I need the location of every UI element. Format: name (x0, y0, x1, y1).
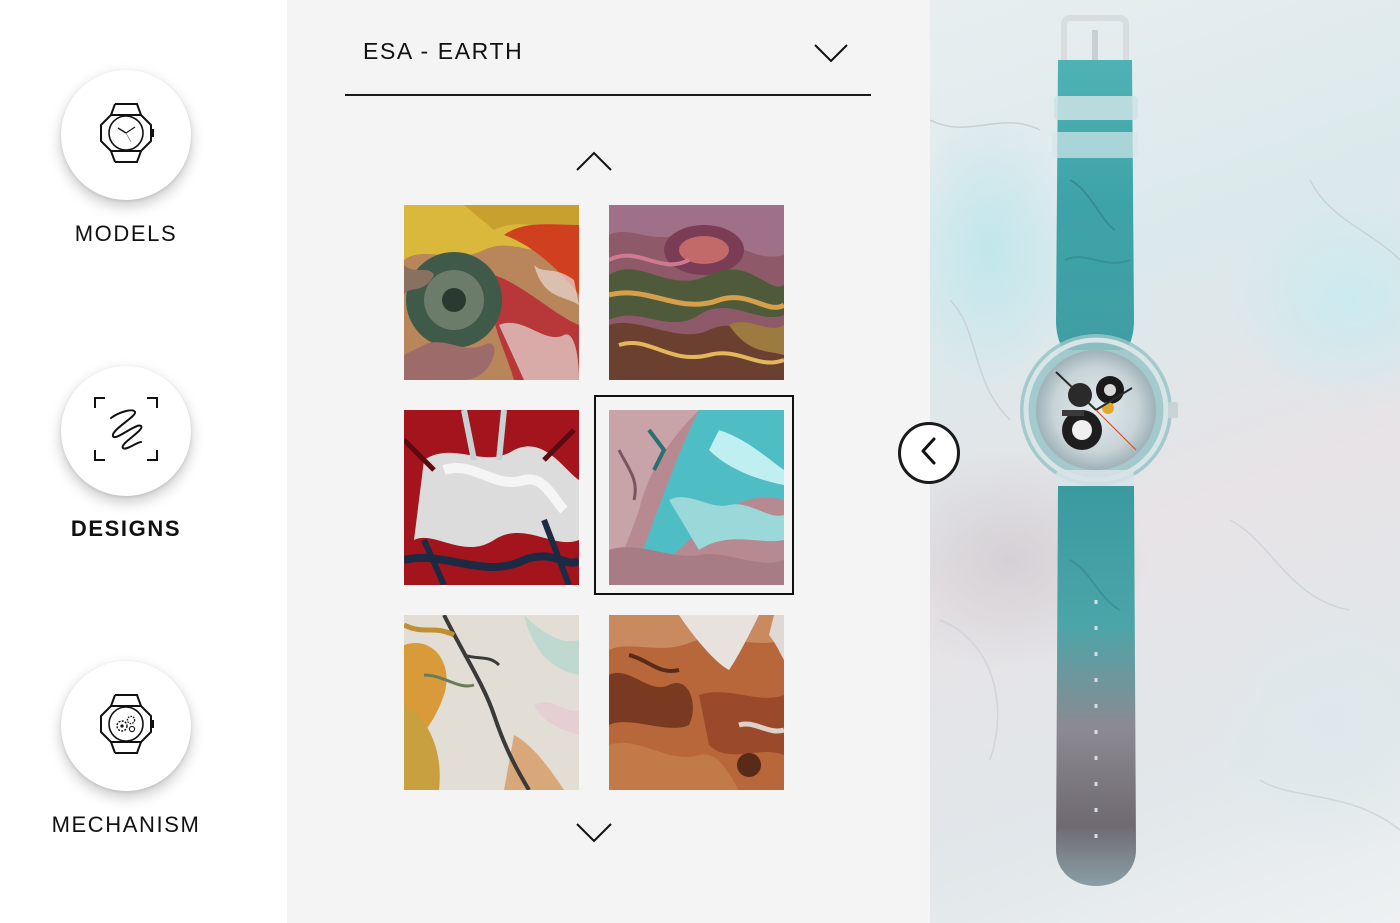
design-tile[interactable] (404, 410, 579, 585)
nav-item-models[interactable]: MODELS (0, 0, 252, 290)
designs-button[interactable] (61, 366, 191, 496)
nav-item-mechanism[interactable]: MECHANISM (0, 600, 252, 890)
design-tile[interactable] (609, 205, 784, 380)
nav-item-designs[interactable]: DESIGNS (0, 300, 252, 590)
scroll-down-button[interactable] (575, 820, 613, 851)
design-tile[interactable] (404, 205, 579, 380)
watch-mechanism-icon (91, 689, 161, 764)
design-tile-volcano (404, 205, 579, 380)
sidebar-nav: MODELS DESIGNS MECHANISM (0, 0, 287, 923)
mechanism-button[interactable] (61, 661, 191, 791)
chevron-left-icon (917, 436, 941, 471)
chevron-down-icon (575, 823, 613, 850)
collection-dropdown-value: ESA - EARTH (363, 38, 524, 64)
nav-label-models: MODELS (74, 221, 178, 246)
design-tile[interactable] (404, 615, 579, 790)
design-sketch-icon (89, 392, 163, 471)
design-tile-turquoise-ice (609, 410, 784, 585)
nav-label-designs: DESIGNS (70, 516, 182, 541)
nav-label-mechanism: MECHANISM (51, 812, 201, 837)
scroll-up-button[interactable] (575, 148, 613, 179)
design-tile-glacier-red (404, 410, 579, 585)
watch-render (1020, 15, 1178, 886)
design-tile-desert (609, 615, 784, 790)
watch-icon (91, 98, 161, 173)
design-tile[interactable] (609, 615, 784, 790)
design-tile-river-delta (404, 615, 579, 790)
collapse-panel-button[interactable] (898, 422, 960, 484)
design-tile[interactable] (609, 410, 784, 585)
collection-dropdown[interactable]: ESA - EARTH (345, 28, 871, 96)
chevron-down-icon (813, 42, 849, 69)
chevron-up-icon (575, 151, 613, 178)
watch-preview (930, 0, 1400, 923)
models-button[interactable] (61, 70, 191, 200)
design-tile-swirls (609, 205, 784, 380)
designs-panel: ESA - EARTH (287, 0, 930, 923)
